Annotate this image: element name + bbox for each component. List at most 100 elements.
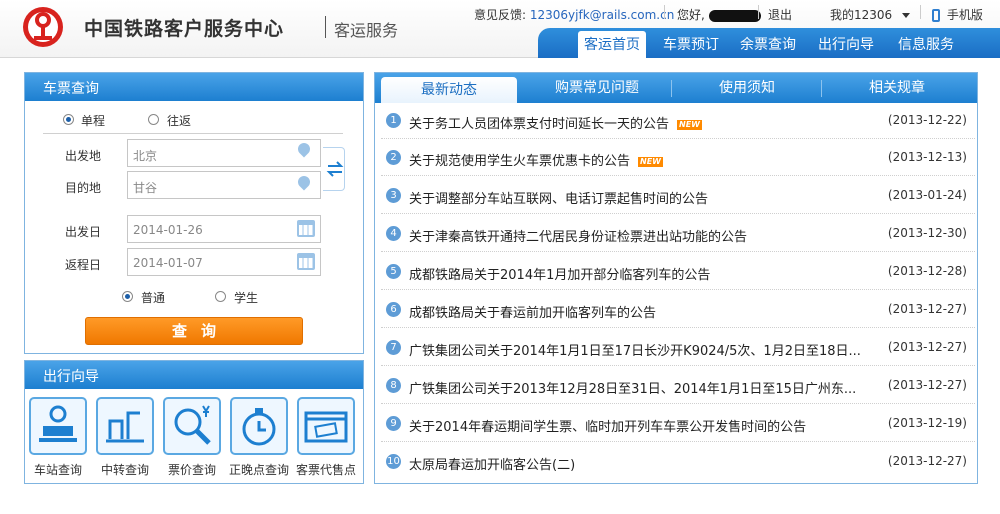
news-title-link[interactable]: 广铁集团公司关于2013年12月28日至31日、2014年1月1日至15日广州东… (409, 378, 856, 397)
news-item[interactable]: 6 成都铁路局关于春运前加开临客列车的公告 (2013-12-27) (381, 292, 975, 328)
nav-remaining-tickets[interactable]: 余票查询 (740, 34, 796, 54)
brand-subtitle: 客运服务 (334, 21, 399, 40)
news-title-link[interactable]: 太原局春运加开临客公告(二) (409, 454, 575, 473)
ticket-agency-tile[interactable] (297, 397, 355, 455)
feedback-email-link[interactable]: 12306yjfk@rails.com.cn (530, 8, 674, 22)
ticket-query-title: 车票查询 (25, 73, 363, 101)
ticket-agency-label[interactable]: 客票代售点 (291, 461, 361, 478)
railway-logo-icon[interactable] (22, 6, 64, 48)
news-item[interactable]: 2 关于规范使用学生火车票优惠卡的公告 NEW (2013-12-13) (381, 140, 975, 176)
my12306-menu[interactable]: 我的12306 (830, 6, 911, 23)
transfer-query-tile[interactable] (96, 397, 154, 455)
fare-query-tile[interactable] (163, 397, 221, 455)
news-item[interactable]: 4 关于津秦高铁开通持二代居民身份证检票进出站功能的公告 (2013-12-30… (381, 216, 975, 252)
divider (43, 133, 343, 134)
news-number: 3 (386, 188, 401, 203)
ticket-agency-icon (304, 411, 348, 443)
nav-home[interactable]: 客运首页 (578, 31, 646, 58)
news-number: 1 (386, 113, 401, 128)
news-item[interactable]: 5 成都铁路局关于2014年1月加开部分临客列车的公告 (2013-12-28) (381, 254, 975, 290)
to-label: 目的地 (65, 181, 102, 195)
ticket-query-panel: 车票查询 单程 往返 出发地 北京 目的地 甘谷 出发日 2014-01-26 … (24, 72, 364, 354)
tab-usage-notes[interactable]: 使用须知 (673, 73, 821, 103)
student-ticket-label: 学生 (234, 291, 259, 305)
transfer-query-label[interactable]: 中转查询 (90, 461, 160, 478)
news-title-link[interactable]: 关于津秦高铁开通持二代居民身份证检票进出站功能的公告 (409, 226, 747, 245)
news-number: 5 (386, 264, 401, 279)
news-number: 7 (386, 340, 401, 355)
news-title-link[interactable]: 成都铁路局关于春运前加开临客列车的公告 (409, 302, 656, 321)
to-station-input[interactable]: 甘谷 (127, 171, 321, 199)
topbar-divider (664, 5, 665, 19)
depart-date-input[interactable]: 2014-01-26 (127, 215, 321, 243)
one-way-label: 单程 (81, 114, 106, 128)
normal-ticket-label: 普通 (141, 291, 166, 305)
caret-down-icon (902, 13, 911, 18)
mobile-phone-icon (932, 9, 940, 22)
mobile-link[interactable]: 手机版 (932, 6, 983, 23)
site-header: 中国铁路客户服务中心 客运服务 意见反馈: 12306yjfk@rails.co… (0, 0, 1000, 58)
search-button[interactable]: 查询 (85, 317, 303, 345)
return-date-input[interactable]: 2014-01-07 (127, 248, 321, 276)
new-badge: NEW (677, 119, 702, 130)
news-item[interactable]: 3 关于调整部分车站互联网、电话订票起售时间的公告 (2013-01-24) (381, 178, 975, 214)
news-number: 4 (386, 226, 401, 241)
news-panel: 最新动态 购票常见问题 使用须知 相关规章 1 关于务工人员团体票支付时间延长一… (374, 72, 978, 484)
news-item[interactable]: 10 太原局春运加开临客公告(二) (2013-12-27) (381, 444, 975, 480)
round-trip-label: 往返 (167, 114, 192, 128)
calendar-icon[interactable] (297, 220, 315, 237)
news-date: (2013-12-22) (887, 113, 967, 127)
topbar-divider (758, 5, 759, 19)
fare-query-label[interactable]: 票价查询 (157, 461, 227, 478)
news-title-link[interactable]: 成都铁路局关于2014年1月加开部分临客列车的公告 (409, 264, 710, 283)
nav-ticket-booking[interactable]: 车票预订 (663, 34, 719, 54)
news-date: (2013-12-27) (887, 302, 967, 316)
news-title-link[interactable]: 关于调整部分车站互联网、电话订票起售时间的公告 (409, 188, 708, 207)
user-greeting: 您好, (677, 6, 761, 23)
round-trip-radio[interactable] (148, 114, 159, 125)
news-number: 8 (386, 378, 401, 393)
tab-purchase-faq[interactable]: 购票常见问题 (523, 73, 671, 103)
transfer-icon (106, 411, 144, 443)
magnifier-yen-icon (174, 405, 211, 445)
student-ticket-radio[interactable] (215, 291, 226, 302)
news-title-link[interactable]: 关于务工人员团体票支付时间延长一天的公告 NEW (409, 113, 702, 132)
tab-latest-news[interactable]: 最新动态 (381, 77, 517, 103)
logout-link[interactable]: 退出 (768, 6, 792, 23)
nav-info-service[interactable]: 信息服务 (898, 34, 954, 54)
new-badge: NEW (638, 156, 663, 167)
news-number: 6 (386, 302, 401, 317)
station-query-tile[interactable] (29, 397, 87, 455)
topbar-divider (920, 5, 921, 19)
news-title-link[interactable]: 广铁集团公司关于2014年1月1日至17日长沙开K9024/5次、1月2日至18… (409, 340, 861, 359)
depart-date-label: 出发日 (65, 225, 102, 239)
news-title-link[interactable]: 关于2014年春运期间学生票、临时加开列车车票公开发售时间的公告 (409, 416, 806, 435)
normal-ticket-radio[interactable] (122, 291, 133, 302)
station-query-label[interactable]: 车站查询 (23, 461, 93, 478)
news-date: (2013-01-24) (887, 188, 967, 202)
tab-divider (671, 80, 672, 97)
tab-regulations[interactable]: 相关规章 (823, 73, 971, 103)
masked-username (708, 9, 761, 22)
swap-stations-icon[interactable] (323, 147, 345, 191)
news-item[interactable]: 1 关于务工人员团体票支付时间延长一天的公告 NEW (2013-12-22) (381, 103, 975, 139)
travel-guide-panel: 出行向导 车站查询 中转查询 票价查询 正晚点查询 客票代售点 (24, 360, 364, 484)
main-nav: 客运首页 车票预订 余票查询 出行向导 信息服务 (538, 28, 1000, 58)
calendar-icon[interactable] (297, 253, 315, 270)
news-date: (2013-12-13) (887, 150, 967, 164)
punctuality-query-label[interactable]: 正晚点查询 (224, 461, 294, 478)
one-way-radio[interactable] (63, 114, 74, 125)
my12306-label: 我的12306 (830, 8, 893, 22)
brand-title: 中国铁路客户服务中心 (84, 18, 285, 40)
news-date: (2013-12-30) (887, 226, 967, 240)
news-item[interactable]: 8 广铁集团公司关于2013年12月28日至31日、2014年1月1日至15日广… (381, 368, 975, 404)
nav-travel-guide[interactable]: 出行向导 (818, 34, 874, 54)
travel-guide-title: 出行向导 (25, 361, 363, 389)
from-station-input[interactable]: 北京 (127, 139, 321, 167)
news-item[interactable]: 9 关于2014年春运期间学生票、临时加开列车车票公开发售时间的公告 (2013… (381, 406, 975, 442)
return-date-label: 返程日 (65, 258, 102, 272)
news-item[interactable]: 7 广铁集团公司关于2014年1月1日至17日长沙开K9024/5次、1月2日至… (381, 330, 975, 366)
punctuality-query-tile[interactable] (230, 397, 288, 455)
feedback: 意见反馈: 12306yjfk@rails.com.cn (474, 6, 674, 23)
news-title-link[interactable]: 关于规范使用学生火车票优惠卡的公告 NEW (409, 150, 663, 169)
